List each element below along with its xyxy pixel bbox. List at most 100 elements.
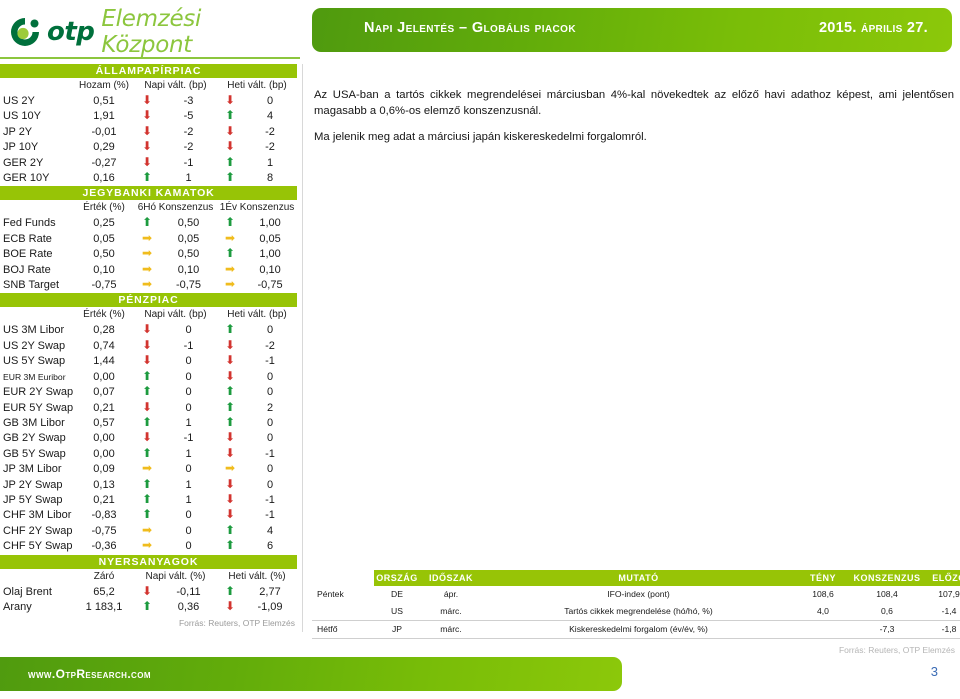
weekly-change-value: -2 (265, 339, 275, 352)
calendar-period: márc. (420, 620, 482, 639)
row-label: SNB Target (3, 279, 60, 292)
report-date: 2015. április 27. (818, 20, 928, 36)
weekly-direction-arrow-icon: ⬇ (224, 598, 236, 613)
table-column-headers: Érték (%) Napi vált. (bp) Heti vált. (bp) (0, 307, 297, 323)
weekly-direction-arrow-icon: ➡ (224, 461, 236, 476)
row-value: -0,36 (91, 540, 117, 553)
row-label: JP 3M Libor (3, 463, 62, 476)
weekly-change-value: -1 (265, 509, 275, 522)
calendar-actual: 4,0 (817, 606, 829, 616)
market-table: ÁLLAMPAPÍRPIAC Hozam (%) Napi vált. (bp) He… (0, 64, 297, 187)
calendar-day: Péntek (317, 589, 344, 599)
daily-direction-arrow-icon: ⬆ (141, 476, 153, 491)
weekly-change-value: 1,00 (259, 217, 281, 230)
weekly-direction-arrow-icon: ⬇ (224, 368, 236, 383)
calendar-previous: -1,4 (941, 606, 957, 616)
calendar-column-header: ELŐZŐ (923, 570, 960, 586)
table-row: CHF 3M Libor -0,83 ⬆ 0 ⬇ -1 (0, 508, 297, 523)
weekly-change-value: 0,10 (259, 263, 281, 276)
calendar-country: JP (374, 620, 420, 639)
daily-direction-arrow-icon: ➡ (141, 230, 153, 245)
footer-website-link[interactable]: www.OtpResearch.com (28, 667, 151, 681)
daily-direction-arrow-icon: ⬇ (141, 353, 153, 368)
daily-direction-arrow-icon: ⬇ (141, 123, 153, 138)
row-value: -0,75 (91, 279, 117, 292)
table-row: GER 2Y -0,27 ⬇ -1 ⬆ 1 (0, 156, 297, 171)
column-header (0, 200, 74, 216)
weekly-direction-arrow-icon: ⬇ (224, 445, 236, 460)
table-section-title: ÁLLAMPAPÍRPIAC (0, 64, 297, 78)
weekly-direction-arrow-icon: ➡ (224, 230, 236, 245)
column-header: Hozam (%) (78, 80, 129, 91)
row-value: 1,91 (93, 110, 115, 123)
weekly-change-value: 4 (266, 110, 274, 123)
weekly-change-value: 0,05 (259, 232, 281, 245)
table-row: US 5Y Swap 1,44 ⬇ 0 ⬇ -1 (0, 354, 297, 369)
daily-direction-arrow-icon: ➡ (141, 277, 153, 292)
table-column-headers: Érték (%) 6Hó Konszenzus 1Év Konszenzus (0, 200, 297, 216)
calendar-column-header: ORSZÁG (374, 570, 420, 586)
weekly-change-value: -0,75 (257, 279, 283, 292)
weekly-change-value: 1,00 (259, 248, 281, 261)
daily-change-value: 0,36 (177, 600, 200, 613)
daily-change-value: -0,11 (176, 585, 201, 598)
page-title: Napi Jelentés – Globális piacok (364, 20, 576, 36)
weekly-direction-arrow-icon: ➡ (224, 277, 236, 292)
row-label: US 10Y (3, 110, 41, 123)
table-row: JP 3M Libor 0,09 ➡ 0 ➡ 0 (0, 462, 297, 477)
row-value: 0,21 (93, 401, 115, 414)
calendar-row: Hétfő JP márc. Kiskereskedelmi forgalom (év… (312, 620, 960, 639)
column-header (0, 307, 74, 323)
table-row: GB 5Y Swap 0,00 ⬆ 1 ⬇ -1 (0, 447, 297, 462)
table-row: BOJ Rate 0,10 ➡ 0,10 ➡ 0,10 (0, 263, 297, 278)
daily-direction-arrow-icon: ⬇ (141, 337, 153, 352)
calendar-column-header: MUTATÓ (482, 570, 795, 586)
table-row: CHF 5Y Swap -0,36 ➡ 0 ⬆ 6 (0, 539, 297, 554)
commentary-paragraph-1: Az USA-ban a tartós cikkek megrendelései… (314, 89, 954, 117)
calendar-previous: -1,8 (923, 620, 960, 639)
otp-circle-logo-icon (8, 15, 42, 49)
calendar-period: ápr. (443, 589, 459, 599)
daily-direction-arrow-icon: ⬆ (141, 170, 153, 185)
calendar-country: US (391, 606, 403, 616)
daily-direction-arrow-icon: ⬆ (141, 598, 153, 613)
daily-direction-arrow-icon: ⬇ (141, 108, 153, 123)
table-section-title: JEGYBANKI KAMATOK (0, 186, 298, 201)
table-row: GB 2Y Swap 0,00 ⬇ -1 ⬇ 0 (0, 431, 297, 446)
weekly-direction-arrow-icon: ⬆ (224, 538, 236, 553)
weekly-direction-arrow-icon: ⬇ (224, 123, 236, 138)
column-header: Napi vált. (%) (145, 570, 206, 582)
daily-direction-arrow-icon: ⬆ (141, 215, 153, 230)
row-label: JP 2Y Swap (3, 478, 63, 491)
weekly-direction-arrow-icon: ⬇ (224, 507, 236, 522)
daily-change-value: -5 (183, 110, 194, 123)
daily-change-value: -3 (183, 95, 194, 107)
calendar-table: ORSZÁGIDŐSZAKMUTATÓTÉNYKONSZENZUSELŐZŐ P… (312, 570, 960, 639)
row-value: -0,75 (91, 524, 117, 537)
row-label: BOE Rate (3, 248, 53, 261)
daily-change-value: -2 (183, 141, 194, 154)
row-label: Arany (3, 600, 32, 613)
daily-change-value: 0 (185, 370, 192, 383)
calendar-country: DE (391, 589, 403, 599)
daily-change-value: 0 (185, 524, 192, 537)
daily-change-value: 0,10 (177, 263, 200, 276)
slide-page: otp Elemzési Központ Napi Jelentés – Glo… (0, 0, 960, 699)
weekly-change-value: -1 (265, 493, 275, 506)
row-label: US 5Y Swap (3, 355, 66, 368)
daily-change-value: 0,50 (177, 248, 200, 261)
daily-change-value: 0 (185, 540, 192, 553)
calendar-period: márc. (440, 606, 462, 616)
daily-change-value: 1 (185, 493, 192, 506)
weekly-change-value: 4 (266, 524, 274, 537)
daily-change-value: 0 (185, 324, 192, 337)
daily-direction-arrow-icon: ⬆ (141, 507, 153, 522)
column-header: 6Hó Konszenzus (137, 202, 214, 214)
weekly-direction-arrow-icon: ⬆ (224, 154, 236, 169)
column-header: Napi vált. (bp) (144, 80, 207, 91)
column-header: Napi vált. (bp) (144, 309, 207, 321)
weekly-direction-arrow-icon: ⬆ (224, 399, 236, 414)
table-section-title: PÉNZPIAC (0, 293, 298, 308)
daily-change-value: 1 (185, 172, 192, 185)
table-column-headers: Záró Napi vált. (%) Heti vált. (%) (0, 569, 297, 585)
